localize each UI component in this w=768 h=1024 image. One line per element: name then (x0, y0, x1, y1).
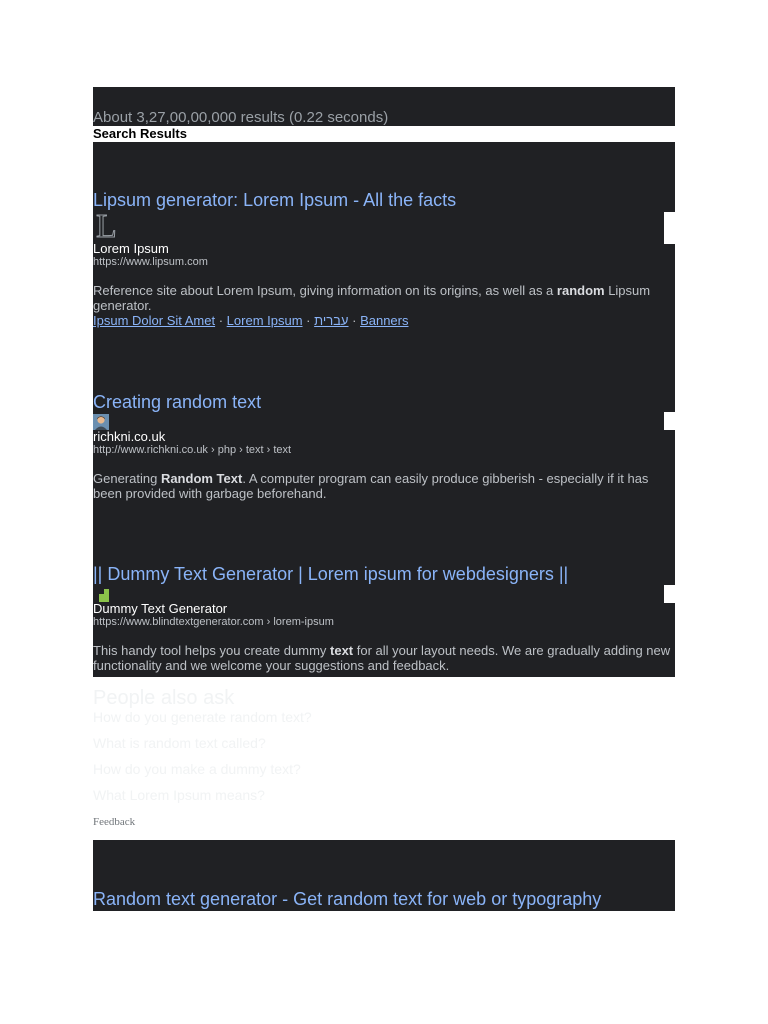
paa-question[interactable]: How do you make a dummy text? (93, 761, 312, 777)
divider-block (664, 585, 676, 603)
green-square-favicon-icon (93, 586, 109, 602)
result-url[interactable]: https://www.lipsum.com (93, 256, 675, 269)
people-also-ask: People also ask How do you generate rand… (93, 687, 312, 803)
result-title-link[interactable]: Random text generator - Get random text … (93, 889, 601, 909)
results-panel: Lipsum generator: Lorem Ipsum - All the … (93, 142, 676, 677)
sitelink-banners[interactable]: Banners (360, 313, 408, 328)
bottom-result-panel: Random text generator - Get random text … (93, 840, 675, 911)
result-title-link[interactable]: || Dummy Text Generator | Lorem ipsum fo… (93, 564, 675, 584)
sitelink-hebrew[interactable]: עברית (314, 313, 348, 328)
result-stats: About 3,27,00,00,000 results (0.22 secon… (93, 87, 675, 126)
sitelink-lorem-ipsum[interactable]: Lorem Ipsum (227, 313, 303, 328)
result-site-name: Lorem Ipsum (93, 241, 169, 256)
search-result: || Dummy Text Generator | Lorem ipsum fo… (93, 564, 675, 673)
paa-question[interactable]: How do you generate random text? (93, 709, 312, 725)
divider-block (664, 212, 676, 244)
search-result: Lipsum generator: Lorem Ipsum - All the … (93, 190, 675, 328)
result-title-link[interactable]: Lipsum generator: Lorem Ipsum - All the … (93, 190, 675, 210)
result-url[interactable]: https://www.blindtextgenerator.com › lor… (93, 616, 675, 629)
avatar-favicon-icon (93, 414, 109, 430)
lipsum-favicon-icon: L (96, 208, 118, 245)
people-also-ask-title: People also ask (93, 687, 235, 709)
search-results-heading: Search Results (93, 126, 187, 141)
search-result: Creating random text richkni.co.uk http:… (93, 392, 675, 501)
result-site-name: richkni.co.uk (93, 429, 166, 444)
paa-question[interactable]: What Lorem Ipsum means? (93, 787, 312, 803)
result-snippet: This handy tool helps you create dummy t… (93, 643, 671, 673)
result-title-link[interactable]: Creating random text (93, 392, 675, 412)
divider-block (664, 412, 676, 430)
result-snippet: Generating Random Text. A computer progr… (93, 471, 649, 501)
result-sitelinks: Ipsum Dolor Sit Amet · Lorem Ipsum · עבר… (93, 313, 409, 328)
feedback-link[interactable]: Feedback (93, 816, 135, 828)
result-snippet: Reference site about Lorem Ipsum, giving… (93, 283, 651, 313)
result-site-name: Dummy Text Generator (93, 601, 228, 616)
sitelink-ipsum-dolor[interactable]: Ipsum Dolor Sit Amet (93, 313, 215, 328)
result-url[interactable]: http://www.richkni.co.uk › php › text › … (93, 444, 675, 457)
paa-question[interactable]: What is random text called? (93, 735, 312, 751)
